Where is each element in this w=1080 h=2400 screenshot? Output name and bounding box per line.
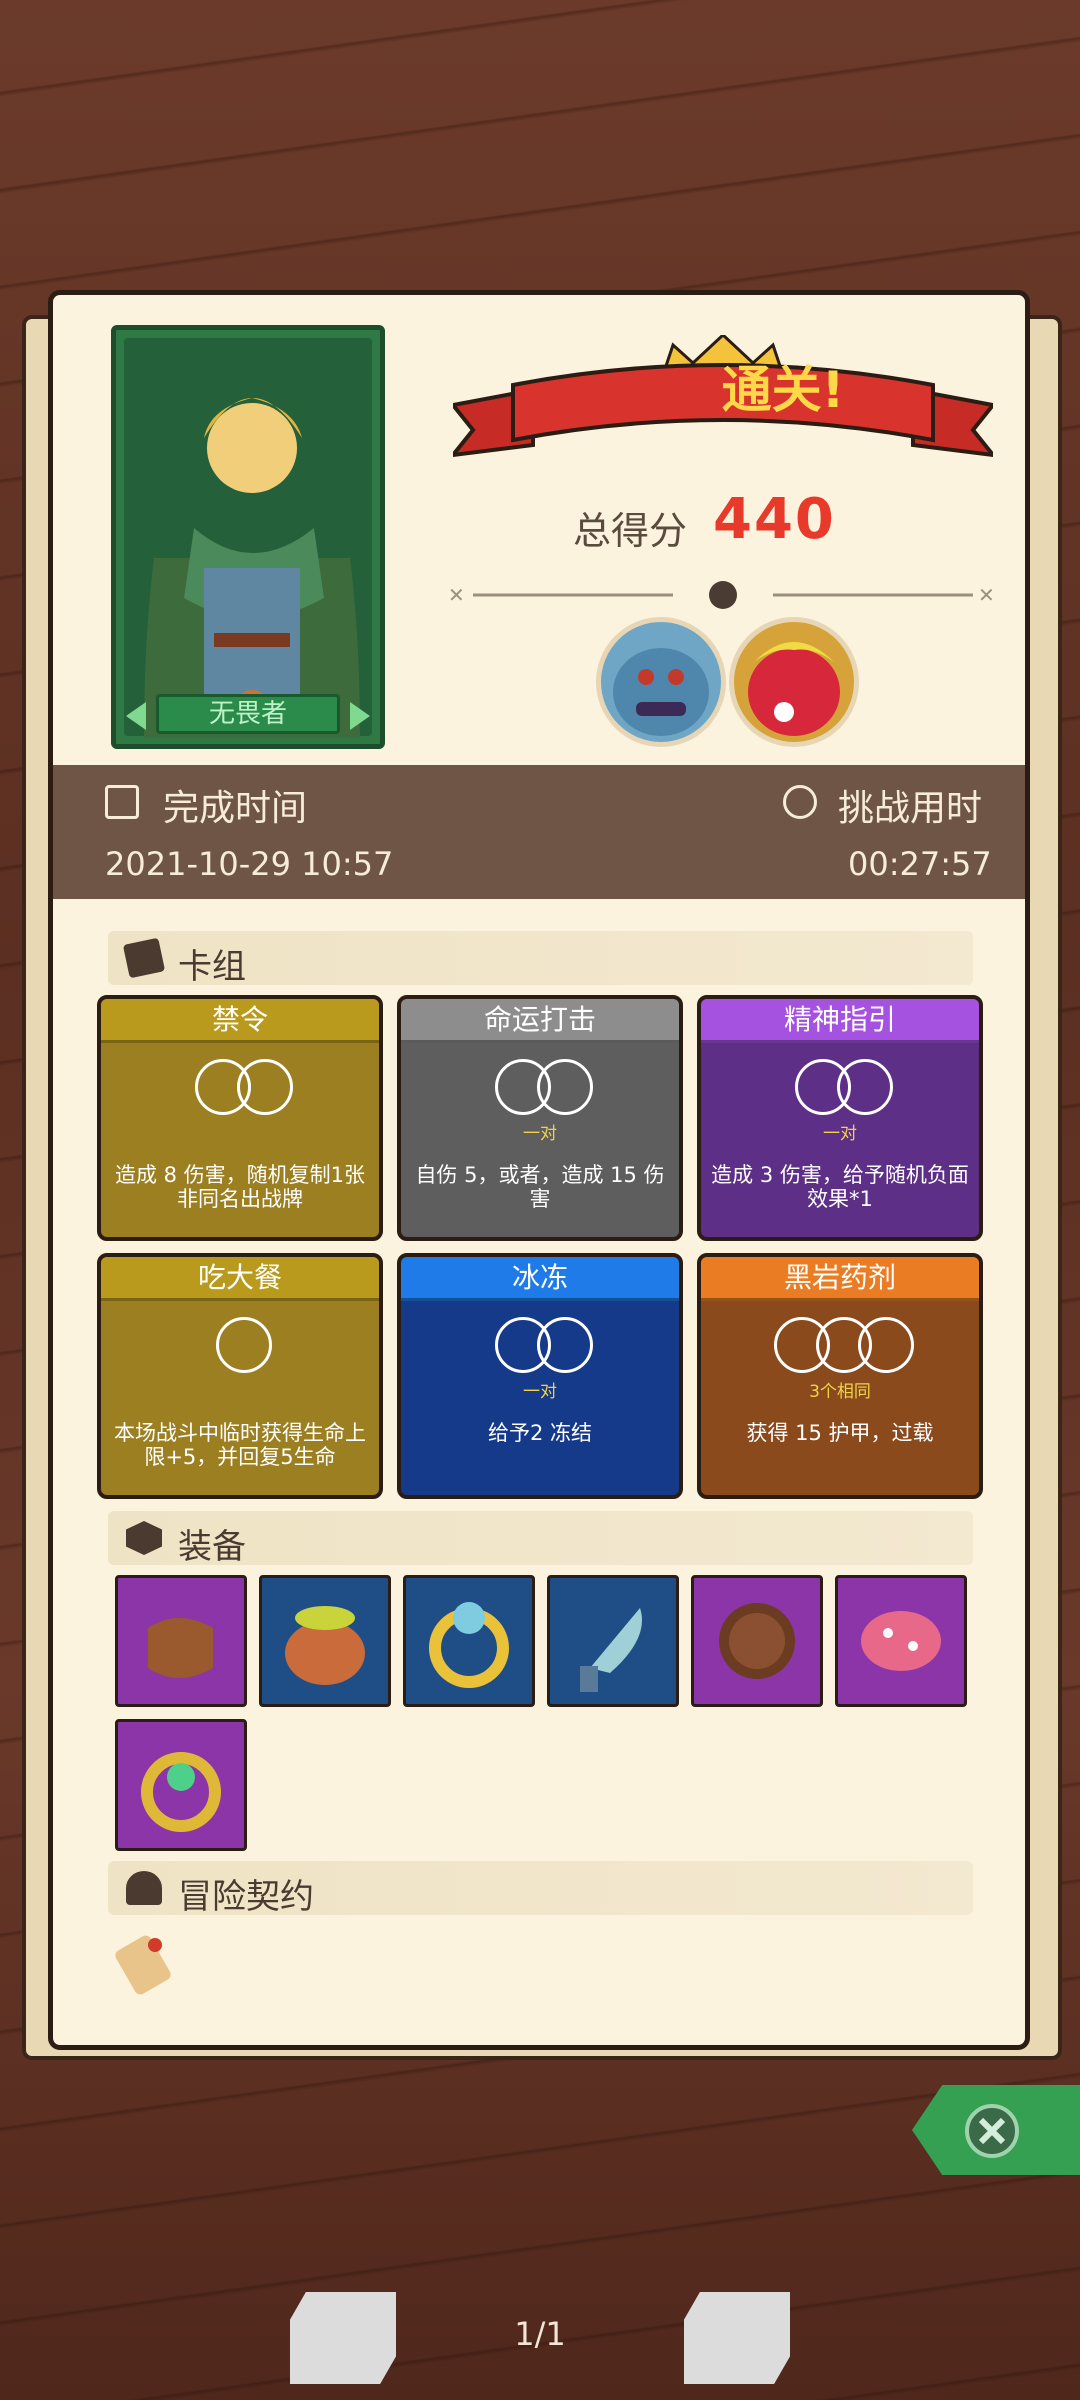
card-4[interactable]: 冰冻一对给予2 冻结 — [397, 1253, 683, 1499]
calendar-icon — [105, 785, 139, 819]
duration-label: 挑战用时 — [838, 788, 983, 829]
card-description: 造成 3 伤害，给予随机负面效果*1 — [711, 1163, 969, 1211]
equipment-amulet[interactable] — [115, 1719, 247, 1851]
cost-ring-icon — [858, 1317, 914, 1373]
cost-ring-icon — [216, 1317, 272, 1373]
prev-hero-icon[interactable] — [126, 702, 146, 730]
card-title: 吃大餐 — [101, 1257, 379, 1301]
equipment-blade[interactable] — [547, 1575, 679, 1707]
svg-text:✕: ✕ — [978, 583, 995, 607]
boss-portrait-1[interactable] — [596, 617, 726, 747]
equipment-ring[interactable] — [403, 1575, 535, 1707]
card-subtitle: 3个相同 — [809, 1382, 871, 1402]
time-band: 完成时间 2021-10-29 10:57 挑战用时 00:27:57 — [53, 765, 1025, 899]
contract-label: 冒险契约 — [178, 1877, 314, 1917]
blue-monster-icon — [613, 648, 709, 736]
hero-portrait[interactable]: 无畏者 — [111, 325, 385, 749]
cube-icon — [126, 1521, 162, 1555]
equipment-bracer[interactable] — [115, 1575, 247, 1707]
button-icon — [719, 1603, 795, 1679]
card-description: 造成 8 伤害，随机复制1张非同名出战牌 — [114, 1163, 366, 1211]
duration-value: 00:27:57 — [848, 845, 992, 883]
cost-ring-icon — [837, 1059, 893, 1115]
red-monster-icon — [748, 642, 840, 736]
next-hero-icon[interactable] — [350, 702, 370, 730]
card-description: 给予2 冻结 — [487, 1421, 593, 1445]
score-value: 440 — [713, 487, 836, 552]
hero-name: 无畏者 — [156, 694, 340, 734]
victory-title: 通关! — [721, 361, 845, 419]
card-title: 禁令 — [101, 999, 379, 1043]
equipment-pot[interactable] — [259, 1575, 391, 1707]
card-1[interactable]: 命运打击一对自伤 5，或者，造成 15 伤害 — [397, 995, 683, 1241]
card-2[interactable]: 精神指引一对造成 3 伤害，给予随机负面效果*1 — [697, 995, 983, 1241]
equipment-label: 装备 — [178, 1527, 246, 1567]
card-subtitle: 一对 — [523, 1124, 557, 1144]
page-indicator: 1/1 — [514, 2315, 566, 2353]
card-description: 本场战斗中临时获得生命上限+5，并回复5生命 — [114, 1421, 366, 1469]
ring-icon — [429, 1602, 509, 1688]
cost-ring-icon — [237, 1059, 293, 1115]
score-label: 总得分 — [573, 509, 688, 553]
result-panel: 无畏者 通关! 总得分 440 ✕ ✕ 完成时间 2021-10-29 10:5… — [48, 290, 1030, 2050]
card-subtitle: 一对 — [523, 1382, 557, 1402]
equipment-button[interactable] — [691, 1575, 823, 1707]
card-description: 自伤 5，或者，造成 15 伤害 — [415, 1163, 665, 1211]
bracer-icon — [148, 1618, 213, 1678]
close-icon[interactable] — [965, 2104, 1019, 2158]
equipment-gem[interactable] — [835, 1575, 967, 1707]
spotted-gem-icon — [861, 1611, 941, 1671]
card-title: 黑岩药剂 — [701, 1257, 979, 1301]
scroll-icon[interactable] — [103, 1925, 183, 2005]
prev-page-button[interactable] — [290, 2292, 396, 2384]
card-0[interactable]: 禁令造成 8 伤害，随机复制1张非同名出战牌 — [97, 995, 383, 1241]
hero-figure-icon — [144, 398, 360, 738]
card-title: 精神指引 — [701, 999, 979, 1043]
card-5[interactable]: 黑岩药剂 3个相同获得 15 护甲，过载 — [697, 1253, 983, 1499]
stopwatch-icon — [783, 785, 817, 819]
boss-portrait-2[interactable] — [729, 617, 859, 747]
next-page-button[interactable] — [684, 2292, 790, 2384]
amulet-icon — [141, 1752, 221, 1832]
cost-ring-icon — [537, 1059, 593, 1115]
pot-icon — [285, 1606, 365, 1685]
card-title: 冰冻 — [401, 1257, 679, 1301]
cost-ring-icon — [537, 1317, 593, 1373]
svg-text:✕: ✕ — [448, 583, 465, 607]
person-icon — [126, 1871, 162, 1905]
card-3[interactable]: 吃大餐本场战斗中临时获得生命上限+5，并回复5生命 — [97, 1253, 383, 1499]
deck-label: 卡组 — [178, 947, 246, 987]
skull-divider-icon: ✕ ✕ — [448, 581, 995, 609]
card-title: 命运打击 — [401, 999, 679, 1043]
equipment-section-header: 装备 — [108, 1511, 973, 1567]
deck-section-header: 卡组 — [108, 931, 973, 987]
card-subtitle: 一对 — [823, 1124, 857, 1144]
contract-section-header: 冒险契约 — [108, 1861, 973, 1917]
finish-time-label: 完成时间 — [163, 788, 308, 829]
blade-icon — [580, 1608, 642, 1692]
card-description: 获得 15 护甲，过载 — [746, 1421, 934, 1445]
finish-time-value: 2021-10-29 10:57 — [105, 845, 394, 883]
cards-icon — [122, 937, 166, 979]
